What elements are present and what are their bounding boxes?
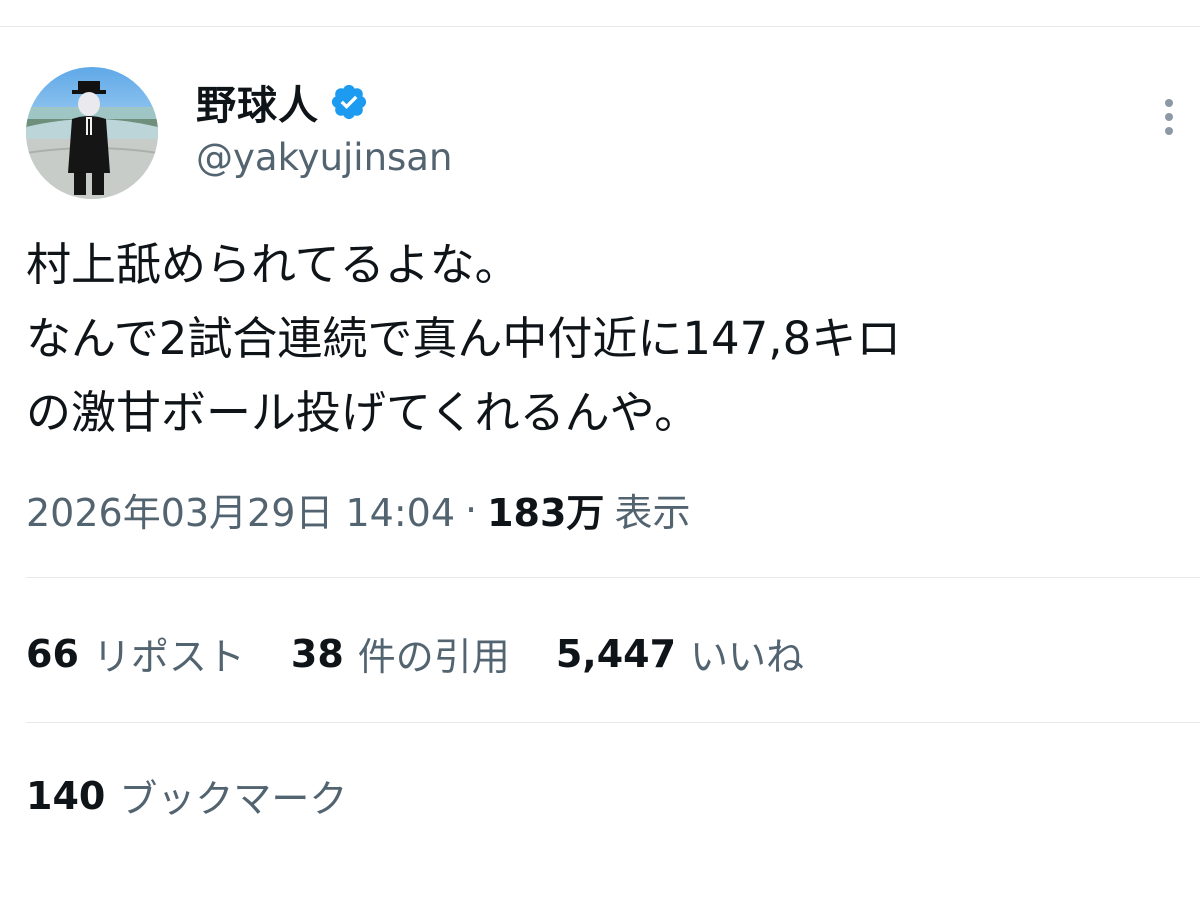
more-vertical-icon[interactable] xyxy=(1152,96,1186,140)
quotes-label: 件の引用 xyxy=(357,635,510,679)
reposts-stat[interactable]: 66 リポスト xyxy=(26,626,245,681)
bookmarks-count: 140 xyxy=(26,773,106,818)
tweet-detail-page: 野球人 @yakyujinsan 村上舐められてるよな。 なんで2試合連続で真ん… xyxy=(0,0,1200,914)
bookmarks-label: ブックマーク xyxy=(119,777,348,821)
tweet-text: 村上舐められてるよな。 なんで2試合連続で真ん中付近に147,8キロ の激甘ボー… xyxy=(26,228,1176,450)
views-count: 183万 xyxy=(487,491,605,535)
tweet-line: 村上舐められてるよな。 xyxy=(26,238,520,291)
quotes-stat[interactable]: 38 件の引用 xyxy=(291,626,510,681)
author-handle[interactable]: @yakyujinsan xyxy=(196,136,452,179)
likes-stat[interactable]: 5,447 いいね xyxy=(556,626,804,681)
reposts-label: リポスト xyxy=(92,635,245,679)
avatar-image xyxy=(26,67,158,199)
tweet-line: なんで2試合連続で真ん中付近に147,8キロ xyxy=(26,312,902,365)
reposts-count: 66 xyxy=(26,631,79,676)
views-label: 表示 xyxy=(614,491,691,535)
tweet-meta: 2026年03月29日 14:04 · 183万 表示 xyxy=(26,482,690,537)
likes-label: いいね xyxy=(690,635,805,679)
top-divider xyxy=(0,26,1200,27)
divider xyxy=(26,722,1200,723)
likes-count: 5,447 xyxy=(555,631,677,676)
timestamp[interactable]: 2026年03月29日 14:04 xyxy=(26,482,455,537)
avatar[interactable] xyxy=(26,67,158,199)
display-name[interactable]: 野球人 xyxy=(196,73,319,131)
quotes-count: 38 xyxy=(290,631,344,676)
author-name-row: 野球人 xyxy=(196,73,369,131)
engagement-stats: 66 リポスト 38 件の引用 5,447 いいね xyxy=(26,626,850,681)
bookmarks-stat[interactable]: 140 ブックマーク xyxy=(26,768,347,823)
tweet-line: の激甘ボール投げてくれるんや。 xyxy=(26,386,700,439)
divider xyxy=(26,577,1200,578)
verified-badge-icon xyxy=(329,82,369,122)
meta-separator: · xyxy=(465,487,478,532)
